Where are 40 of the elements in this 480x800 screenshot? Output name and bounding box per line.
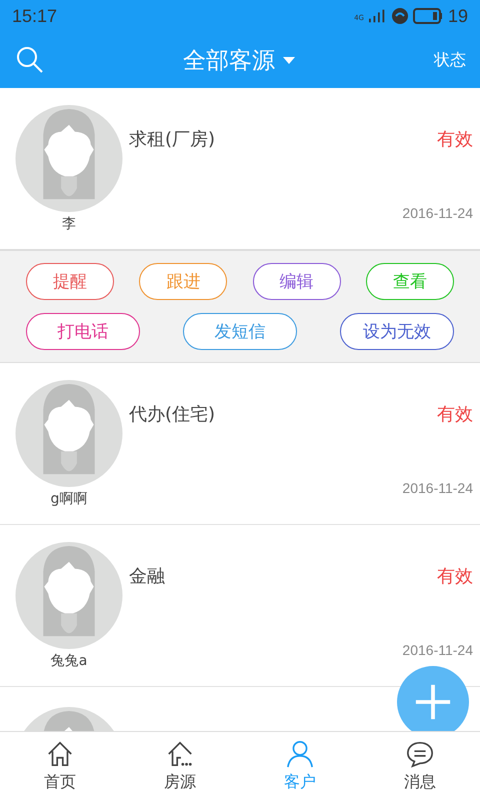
caret-icon <box>283 56 295 64</box>
date-label: 2016-11-24 <box>402 205 473 221</box>
customer-title: 代办(住宅) <box>129 403 216 426</box>
action-button[interactable]: 发短信 <box>183 313 297 350</box>
customer-name: g啊啊 <box>50 490 88 508</box>
person-icon <box>286 740 314 768</box>
status-time: 15:17 <box>12 6 58 26</box>
signal-icon <box>368 9 387 23</box>
avatar-icon <box>15 542 123 649</box>
action-button[interactable]: 查看 <box>366 263 454 300</box>
status-label: 有效 <box>437 128 473 151</box>
date-label: 2016-11-24 <box>402 642 473 658</box>
status-button[interactable]: 状态 <box>434 50 466 70</box>
battery-icon <box>412 8 443 24</box>
customer-title: 求租(厂房) <box>129 128 216 151</box>
battery-level: 19 <box>448 6 468 26</box>
source-dropdown[interactable]: 全部客源 <box>183 44 295 76</box>
house-icon <box>166 740 194 768</box>
search-icon[interactable] <box>16 46 44 74</box>
action-button[interactable]: 设为无效 <box>340 313 454 350</box>
action-button[interactable]: 打电话 <box>26 313 140 350</box>
status-label: 有效 <box>437 403 473 426</box>
action-button[interactable]: 编辑 <box>252 263 341 300</box>
nav-tab[interactable]: 消息 <box>360 732 480 800</box>
avatar-icon <box>15 105 123 212</box>
customer-title: 金融 <box>129 565 165 588</box>
customer-name: 兔兔a <box>50 652 88 670</box>
avatar-icon <box>15 380 123 487</box>
action-button[interactable]: 提醒 <box>26 263 114 300</box>
status-label: 有效 <box>437 565 473 588</box>
plus-icon <box>414 683 452 721</box>
date-label: 2016-11-24 <box>402 480 473 496</box>
action-button[interactable]: 跟进 <box>139 263 228 300</box>
home-icon <box>46 740 74 768</box>
nav-tab[interactable]: 房源 <box>120 732 240 800</box>
nav-tab[interactable]: 首页 <box>0 732 120 800</box>
chat-icon <box>406 740 434 768</box>
customer-name: 李 <box>62 215 76 233</box>
hd-call-icon <box>392 8 408 24</box>
nav-tab[interactable]: 客户 <box>240 732 360 800</box>
